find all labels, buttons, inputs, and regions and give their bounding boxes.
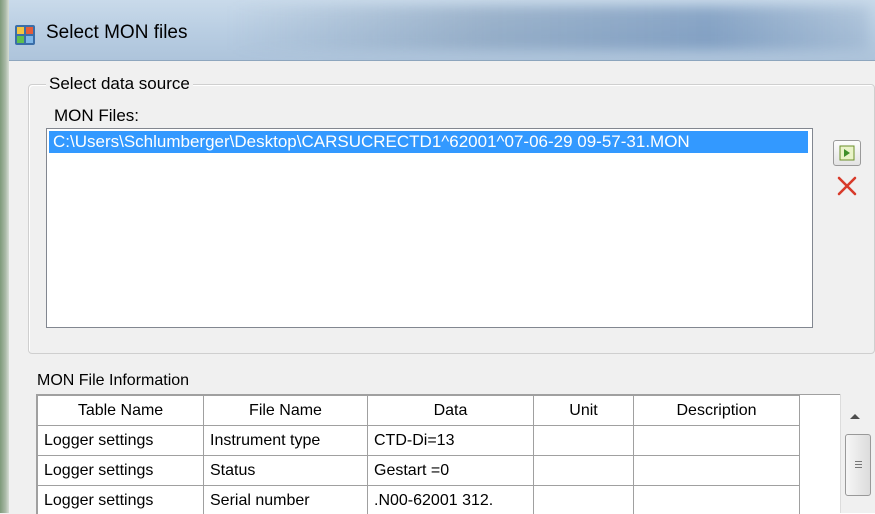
table-cell[interactable] <box>634 426 800 456</box>
group-title: Select data source <box>46 74 193 94</box>
table-row[interactable]: Logger settings Status Gestart =0 <box>38 456 800 486</box>
mon-files-list[interactable]: C:\Users\Schlumberger\Desktop\CARSUCRECT… <box>46 128 813 328</box>
scroll-up-icon[interactable] <box>850 414 860 419</box>
table-cell[interactable]: Logger settings <box>38 456 204 486</box>
table-cell[interactable]: Status <box>204 456 368 486</box>
table-cell[interactable]: Gestart =0 <box>368 456 534 486</box>
desktop-edge <box>0 0 9 513</box>
add-file-icon <box>834 141 860 165</box>
column-header-description[interactable]: Description <box>634 396 800 426</box>
table-cell[interactable]: Logger settings <box>38 426 204 456</box>
grip-icon <box>855 461 862 469</box>
remove-file-button[interactable] <box>835 174 859 198</box>
window-title: Select MON files <box>46 22 187 44</box>
table-cell[interactable]: Instrument type <box>204 426 368 456</box>
scrollbar-thumb[interactable] <box>845 434 871 496</box>
table-cell[interactable]: .N00-62001 312. <box>368 486 534 514</box>
column-header-data[interactable]: Data <box>368 396 534 426</box>
app-grid-icon <box>14 24 36 46</box>
table-cell[interactable]: Logger settings <box>38 486 204 514</box>
mon-files-label: MON Files: <box>54 106 139 126</box>
red-x-icon <box>835 174 859 198</box>
table-row[interactable]: Logger settings Instrument type CTD-Di=1… <box>38 426 800 456</box>
title-bar-glass <box>229 6 869 50</box>
table-row[interactable]: Logger settings Serial number .N00-62001… <box>38 486 800 514</box>
table-cell[interactable] <box>634 486 800 514</box>
table-cell[interactable] <box>534 486 634 514</box>
vertical-scrollbar[interactable] <box>840 394 875 513</box>
mon-file-information-label: MON File Information <box>37 372 189 390</box>
mon-info-grid[interactable]: Table Name File Name Data Unit Descripti… <box>36 394 875 514</box>
table-cell[interactable] <box>634 456 800 486</box>
header-row: Table Name File Name Data Unit Descripti… <box>38 396 800 426</box>
column-header-table-name[interactable]: Table Name <box>38 396 204 426</box>
table-cell[interactable] <box>534 456 634 486</box>
column-header-file-name[interactable]: File Name <box>204 396 368 426</box>
add-file-button[interactable] <box>833 140 861 166</box>
table-cell[interactable] <box>534 426 634 456</box>
table-cell[interactable]: Serial number <box>204 486 368 514</box>
list-item[interactable]: C:\Users\Schlumberger\Desktop\CARSUCRECT… <box>49 131 808 153</box>
table-cell[interactable]: CTD-Di=13 <box>368 426 534 456</box>
column-header-unit[interactable]: Unit <box>534 396 634 426</box>
